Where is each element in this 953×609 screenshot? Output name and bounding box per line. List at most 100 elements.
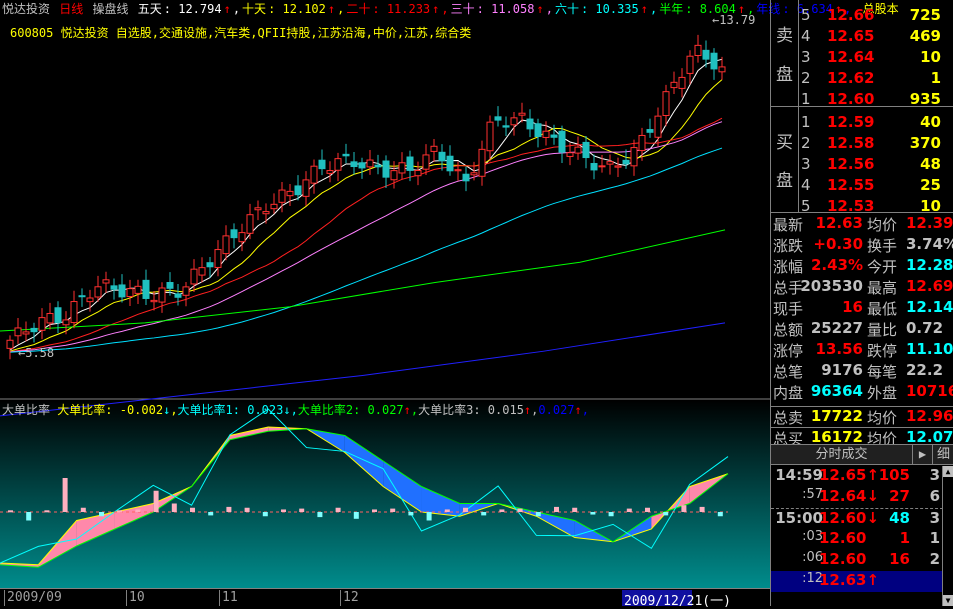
candle-body [494,116,502,121]
candle [270,193,278,214]
candle-body [78,295,86,298]
candle-body [326,170,334,174]
stat-value: 3.74% [906,235,953,253]
ratio-bar [645,507,650,512]
price: 12.64 [827,48,875,66]
candle-body [670,81,678,89]
candle [534,118,542,148]
trade-row[interactable]: 14:59 12.65↑ 105 3 [771,466,943,487]
candle [622,149,630,169]
order-row[interactable]: 4 12.55 25 [801,176,951,196]
stat-value: 17722 [810,407,863,425]
level: 5 [801,197,811,215]
candle-body [70,301,78,324]
trade-row[interactable]: :06 12.60 16 2 [771,550,943,571]
candle-body [230,229,238,239]
trade-row[interactable]: :57 12.64↓ 27 6 [771,487,943,508]
ratio-bar [117,510,123,513]
candle [334,152,342,182]
ratio-bar [426,512,432,521]
ratio-bar [8,510,13,513]
trade-row[interactable]: :03 12.60 1 1 [771,529,943,550]
candle [710,48,718,80]
volume: 25 [920,176,941,194]
scroll-down-icon[interactable]: ▼ [943,595,953,606]
candle-body [422,154,430,170]
stat-value: 12.39 [906,214,953,232]
ratio-bar [372,509,377,512]
ma10-line [9,79,723,352]
kline-chart-area[interactable]: ←13.79 ←5.58 悦达投资 日线 操盘线 五天: 12.794 ↑, 十天:… [0,0,899,609]
scroll-up-icon[interactable]: ▲ [943,466,953,477]
trades-scrollbar[interactable]: ▲ ▼ [942,466,953,606]
order-row[interactable]: 3 12.56 48 [801,155,951,175]
sell-label: 卖 [776,26,793,46]
candle-body [630,147,638,167]
indicator-title[interactable]: 大单比率 [2,403,50,417]
ratio-bar [590,512,596,515]
buy-label: 买 [776,132,793,153]
ratio-bar [335,507,341,512]
play-icon[interactable]: ▶ [913,445,933,464]
min-price-label: ←5.58 [18,346,54,360]
candle-body [718,66,726,73]
candle-body [406,156,414,171]
date-axis: 2009/09 10 11 12 2009/12/21(一) [0,588,770,609]
sell-label: 盘 [776,65,793,85]
candle-body [678,76,686,89]
level: 2 [801,134,811,152]
candle-body [582,141,590,159]
order-row[interactable]: 4 12.65 469 [801,27,951,47]
candle [254,200,262,221]
order-row[interactable]: 2 12.62 1 [801,69,951,89]
candle [134,279,142,305]
candle [198,257,206,283]
stat-value: 13.56 [815,340,863,358]
trade-count: 1 [929,529,940,547]
candle [302,171,310,206]
stat-value: 12.14 [906,298,953,316]
ratio-bar [535,512,541,517]
candle-body [366,159,374,168]
order-row[interactable]: 2 12.58 370 [801,134,951,154]
tab-time-trades[interactable]: 分时成交 [771,445,913,464]
candle [30,322,38,343]
indicator-value: 大单比率1: 0.023↓, [177,403,298,417]
period-label[interactable]: 日线 [59,2,83,16]
ratio-bar [99,512,104,517]
order-row[interactable]: 5 12.66 725 [801,6,951,26]
tab-detail[interactable]: 细 [933,445,953,464]
stat-label: 涨幅 [773,258,804,276]
trade-row[interactable]: :12 12.63↑ [771,571,943,592]
candle [118,274,126,303]
level: 2 [801,69,811,87]
order-row[interactable]: 3 12.64 10 [801,48,951,68]
candle [318,149,326,176]
candle-body [350,161,358,168]
trade-volume: 105 [878,466,910,484]
stat-label: 总卖 [773,409,804,427]
sell-book: 卖盘 5 12.66 725 4 12.65 469 3 12.64 10 2 12.62 1 1 12.… [771,0,953,108]
candle-body [470,172,478,176]
candle [558,125,566,164]
ratio-bar [390,508,396,512]
ratio-bar [408,512,414,516]
candle [102,271,110,293]
ratio-bar [171,503,177,512]
chart-canvas[interactable]: ←13.79 ←5.58 [0,0,770,588]
x-tick: 10 [126,590,145,606]
buy-label: 盘 [776,171,793,192]
candle [486,115,494,162]
candle [494,106,502,127]
stat-row: 最新 12.63 均价 12.39 [771,214,953,235]
level: 4 [801,27,811,45]
ratio-bar [153,490,159,512]
trade-price: 12.64↓ [819,487,880,505]
candle-body [278,189,286,203]
trade-row[interactable]: 15:00 12.60↓ 48 3 [771,508,943,529]
order-row[interactable]: 1 12.59 40 [801,113,951,133]
candle-body [198,267,206,276]
stat-label: 跌停 [867,342,898,360]
candle-body [694,44,702,56]
ratio-bar [226,506,232,512]
